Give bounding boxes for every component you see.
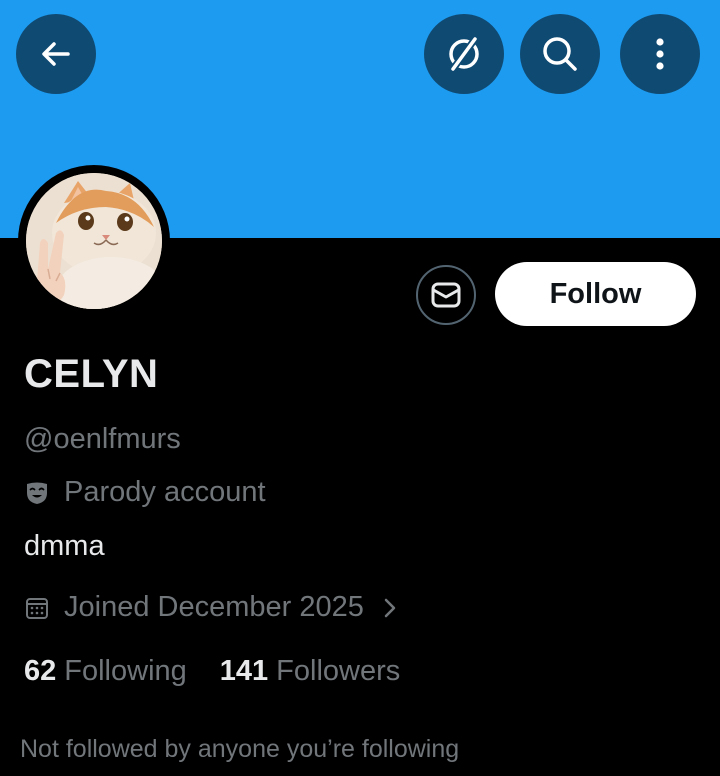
avatar[interactable] xyxy=(18,165,170,317)
followers-stat[interactable]: 141 Followers xyxy=(220,655,400,688)
avatar-image xyxy=(26,173,162,309)
display-name: CELYN xyxy=(24,352,159,396)
follow-stats: 62 Following 141 Followers xyxy=(24,655,400,688)
bio: dmma xyxy=(24,530,105,562)
followers-label: Followers xyxy=(276,655,401,687)
followers-count: 141 xyxy=(219,655,269,687)
following-stat[interactable]: 62 Following xyxy=(24,655,187,688)
message-button[interactable] xyxy=(416,265,476,325)
more-options-button[interactable] xyxy=(620,14,700,94)
parody-label-row[interactable]: Parody account xyxy=(24,476,266,509)
joined-date: Joined December 2025 xyxy=(64,591,364,623)
follow-button[interactable]: Follow xyxy=(495,262,696,326)
social-context-text: Not followed by anyone you’re following xyxy=(20,735,460,763)
arrow-left-icon xyxy=(42,42,70,66)
joined-date-row[interactable]: Joined December 2025 xyxy=(24,591,398,624)
envelope-icon xyxy=(431,282,461,308)
back-button[interactable] xyxy=(16,14,96,94)
grok-button[interactable] xyxy=(424,14,504,94)
parody-mask-icon xyxy=(27,482,47,504)
search-button[interactable] xyxy=(520,14,600,94)
grok-icon xyxy=(449,35,479,73)
chevron-right-icon xyxy=(384,598,396,617)
user-handle: @oenlfmurs xyxy=(24,423,181,455)
search-icon xyxy=(543,37,577,71)
calendar-icon xyxy=(26,597,48,619)
more-vertical-icon xyxy=(656,38,664,70)
following-label: Following xyxy=(64,655,187,687)
parody-label: Parody account xyxy=(64,476,266,508)
following-count: 62 xyxy=(24,655,57,687)
